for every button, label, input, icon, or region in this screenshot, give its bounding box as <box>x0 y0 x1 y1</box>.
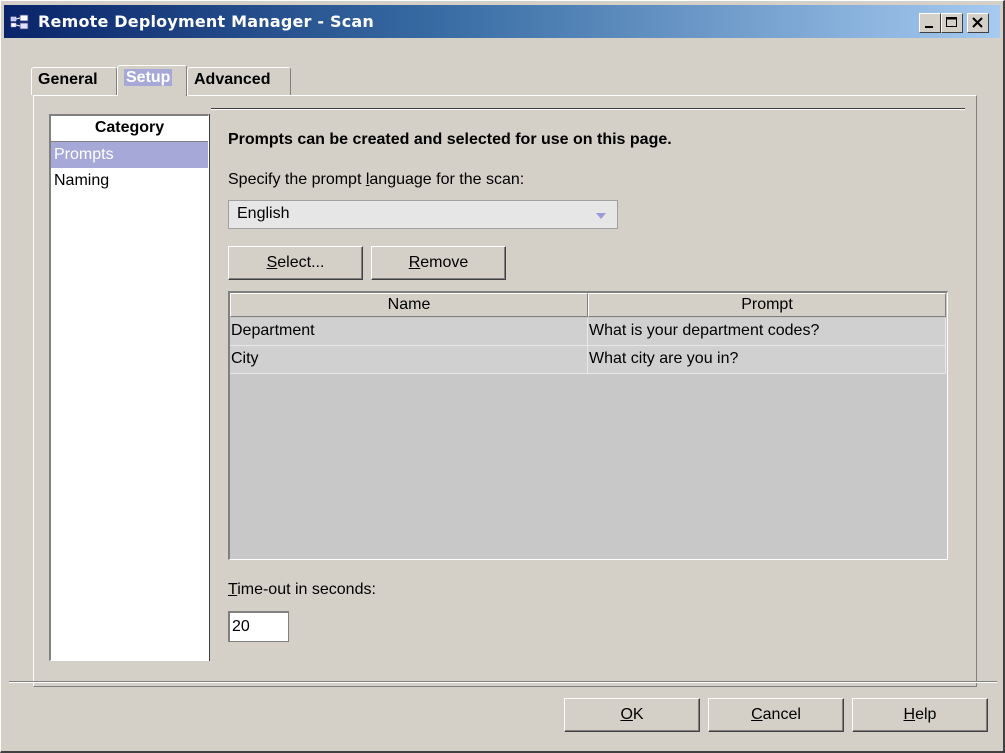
table-cell-name: City <box>230 346 588 374</box>
footer-separator <box>9 681 997 683</box>
column-header-prompt[interactable]: Prompt <box>588 293 946 317</box>
table-cell-prompt: What city are you in? <box>588 346 946 374</box>
tab-setup[interactable]: Setup <box>117 65 187 96</box>
maximize-icon <box>946 17 957 27</box>
minimize-icon <box>925 26 933 28</box>
content-divider-top <box>211 108 965 110</box>
tab-general-label: General <box>38 71 98 88</box>
table-cell-name: Department <box>230 318 588 346</box>
window-title: Remote Deployment Manager - Scan <box>38 12 375 31</box>
tab-general[interactable]: General <box>31 67 117 95</box>
select-button[interactable]: Select... <box>228 246 363 280</box>
table-header: Name Prompt <box>230 293 946 317</box>
prompts-table[interactable]: Name Prompt Department What is your depa… <box>228 291 948 560</box>
tab-advanced[interactable]: Advanced <box>187 67 291 95</box>
table-row[interactable]: City What city are you in? <box>230 346 946 374</box>
column-header-name[interactable]: Name <box>230 293 588 317</box>
timeout-input[interactable]: 20 <box>228 611 289 642</box>
dialog-window: Remote Deployment Manager - Scan General… <box>0 0 1005 753</box>
close-icon <box>972 17 983 28</box>
category-item-naming[interactable]: Naming <box>51 168 208 194</box>
app-network-icon <box>10 14 29 30</box>
table-row[interactable]: Department What is your department codes… <box>230 318 946 346</box>
title-bar[interactable]: Remote Deployment Manager - Scan <box>4 5 1000 38</box>
maximize-button[interactable] <box>941 13 963 33</box>
ok-button[interactable]: OK <box>564 698 700 732</box>
tab-strip: General Setup Advanced <box>31 65 301 96</box>
tab-advanced-label: Advanced <box>194 71 271 88</box>
minimize-button[interactable] <box>919 13 941 33</box>
content-divider-left <box>209 114 211 661</box>
close-button[interactable] <box>967 13 989 33</box>
timeout-label: Time-out in seconds: <box>228 581 376 598</box>
category-header: Category <box>51 116 208 142</box>
language-dropdown-value: English <box>237 205 290 222</box>
language-label: Specify the prompt language for the scan… <box>228 171 525 188</box>
remove-button[interactable]: Remove <box>371 246 506 280</box>
category-item-prompts[interactable]: Prompts <box>51 142 208 168</box>
category-list[interactable]: Category Prompts Naming <box>49 114 209 661</box>
chevron-down-icon <box>596 213 606 219</box>
language-dropdown[interactable]: English <box>228 200 618 229</box>
page-heading: Prompts can be created and selected for … <box>228 131 672 148</box>
cancel-button[interactable]: Cancel <box>708 698 844 732</box>
table-cell-prompt: What is your department codes? <box>588 318 946 346</box>
tab-setup-label: Setup <box>124 69 173 86</box>
help-button[interactable]: Help <box>852 698 988 732</box>
